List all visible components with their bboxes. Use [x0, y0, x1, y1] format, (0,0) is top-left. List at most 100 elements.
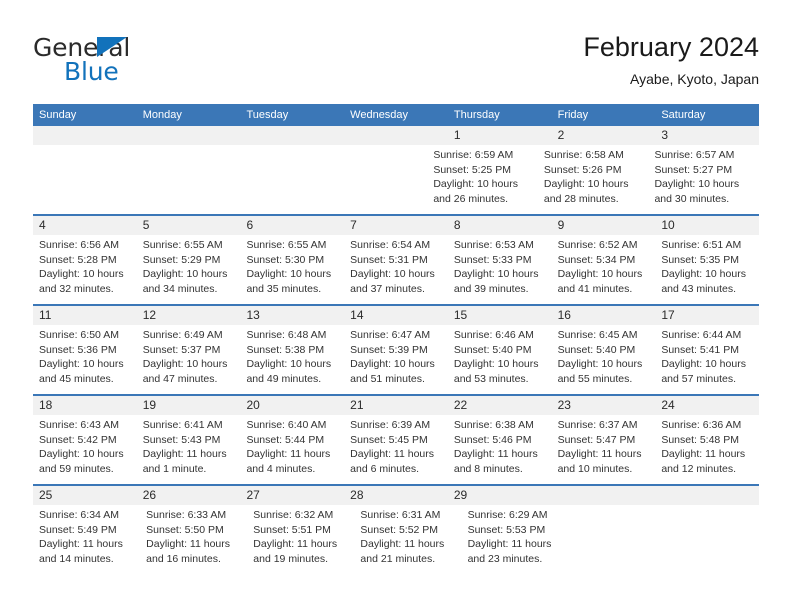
day-number-10[interactable]: 10 [655, 216, 759, 235]
day-cell-12[interactable]: Sunrise: 6:49 AM Sunset: 5:37 PM Daylight:… [137, 325, 241, 394]
day-number-18[interactable]: 18 [33, 396, 137, 415]
day-number-3[interactable]: 3 [655, 126, 759, 145]
sunset-text: Sunset: 5:52 PM [360, 523, 439, 536]
sunset-text: Sunset: 5:51 PM [253, 523, 331, 536]
week-date-band: 123 [33, 126, 759, 145]
day-number-empty [655, 486, 759, 505]
day-cell-11[interactable]: Sunrise: 6:50 AM Sunset: 5:36 PM Daylight:… [33, 325, 137, 394]
day-number-25[interactable]: 25 [33, 486, 137, 505]
daylight-minutes-text: and 19 minutes. [253, 552, 328, 565]
day-cell-14[interactable]: Sunrise: 6:47 AM Sunset: 5:39 PM Daylight:… [344, 325, 448, 394]
sunrise-text: Sunrise: 6:52 AM [557, 239, 638, 251]
day-cell-4[interactable]: Sunrise: 6:56 AM Sunset: 5:28 PM Daylight:… [33, 235, 137, 304]
daylight-minutes-text: and 59 minutes. [39, 462, 114, 475]
day-cell-6[interactable]: Sunrise: 6:55 AM Sunset: 5:30 PM Daylight:… [240, 235, 344, 304]
day-cell-15[interactable]: Sunrise: 6:46 AM Sunset: 5:40 PM Daylight:… [448, 325, 552, 394]
daylight-minutes-text: and 8 minutes. [453, 462, 523, 475]
day-cell-18[interactable]: Sunrise: 6:43 AM Sunset: 5:42 PM Daylight:… [33, 415, 137, 484]
day-cell-1[interactable]: Sunrise: 6:59 AM Sunset: 5:25 PM Daylight:… [427, 145, 538, 214]
day-cell-17[interactable]: Sunrise: 6:44 AM Sunset: 5:41 PM Daylight:… [655, 325, 759, 394]
title-block: February 2024 Ayabe, Kyoto, Japan [583, 30, 759, 89]
day-number-23[interactable]: 23 [552, 396, 656, 415]
day-cell-19[interactable]: Sunrise: 6:41 AM Sunset: 5:43 PM Daylight:… [137, 415, 241, 484]
day-number-22[interactable]: 22 [448, 396, 552, 415]
day-number-16[interactable]: 16 [552, 306, 656, 325]
day-number-4[interactable]: 4 [33, 216, 137, 235]
day-cell-25[interactable]: Sunrise: 6:34 AM Sunset: 5:49 PM Daylight:… [33, 505, 140, 574]
sunrise-text: Sunrise: 6:49 AM [142, 329, 223, 341]
day-cell-29[interactable]: Sunrise: 6:29 AM Sunset: 5:53 PM Daylight:… [462, 505, 569, 574]
day-number-7[interactable]: 7 [344, 216, 448, 235]
day-cell-13[interactable]: Sunrise: 6:48 AM Sunset: 5:38 PM Daylight:… [240, 325, 344, 394]
day-cell-20[interactable]: Sunrise: 6:40 AM Sunset: 5:44 PM Daylight:… [240, 415, 344, 484]
sunrise-text: Sunrise: 6:31 AM [360, 509, 441, 521]
sunrise-text: Sunrise: 6:56 AM [39, 239, 119, 251]
day-cell-21[interactable]: Sunrise: 6:39 AM Sunset: 5:45 PM Daylight:… [344, 415, 448, 484]
daylight-hours-text: Daylight: 10 hours [39, 268, 124, 280]
sunset-text: Sunset: 5:40 PM [453, 343, 532, 356]
daylight-hours-text: Daylight: 10 hours [246, 268, 332, 280]
day-cell-3[interactable]: Sunrise: 6:57 AM Sunset: 5:27 PM Daylight:… [648, 145, 759, 214]
daylight-hours-text: Daylight: 11 hours [253, 538, 338, 550]
day-number-9[interactable]: 9 [552, 216, 656, 235]
week-row: 1 2 3 Sunrise: 6:59 AM Sunset: 5:25 PM Daylig… [33, 126, 759, 214]
sunrise-text: Sunrise: 6:34 AM [39, 509, 119, 521]
sunrise-text: Sunrise: 6:53 AM [453, 239, 534, 251]
day-cell-8[interactable]: Sunrise: 6:53 AM Sunset: 5:33 PM Daylight:… [448, 235, 552, 304]
daylight-minutes-text: and 1 minute. [142, 462, 207, 475]
day-number-8[interactable]: 8 [448, 216, 552, 235]
day-number-20[interactable]: 20 [240, 396, 344, 415]
page-subtitle: Ayabe, Kyoto, Japan [630, 71, 759, 87]
day-cell-2[interactable]: Sunrise: 6:58 AM Sunset: 5:26 PM Daylight:… [538, 145, 649, 214]
day-number-11[interactable]: 11 [33, 306, 137, 325]
day-number-27[interactable]: 27 [240, 486, 344, 505]
day-number-17[interactable]: 17 [655, 306, 759, 325]
day-cell-5[interactable]: Sunrise: 6:55 AM Sunset: 5:29 PM Daylight:… [137, 235, 241, 304]
day-number-21[interactable]: 21 [344, 396, 448, 415]
daylight-minutes-text: and 51 minutes. [350, 372, 425, 385]
day-cell-23[interactable]: Sunrise: 6:37 AM Sunset: 5:47 PM Daylight:… [552, 415, 656, 484]
general-blue-logo[interactable]: General Blue [33, 34, 213, 92]
triangle-flag-icon [97, 37, 127, 57]
day-cell-16[interactable]: Sunrise: 6:45 AM Sunset: 5:40 PM Daylight:… [552, 325, 656, 394]
daylight-minutes-text: and 55 minutes. [557, 372, 633, 385]
day-number-5[interactable]: 5 [137, 216, 241, 235]
day-number-13[interactable]: 13 [240, 306, 344, 325]
daylight-hours-text: Daylight: 11 hours [557, 448, 642, 460]
day-number-24[interactable]: 24 [655, 396, 759, 415]
sunset-text: Sunset: 5:48 PM [661, 433, 739, 446]
day-number-12[interactable]: 12 [137, 306, 241, 325]
daylight-hours-text: Daylight: 10 hours [39, 358, 124, 370]
day-number-empty [33, 126, 137, 145]
day-number-14[interactable]: 14 [344, 306, 448, 325]
sunset-text: Sunset: 5:44 PM [246, 433, 325, 446]
daylight-hours-text: Daylight: 10 hours [142, 358, 228, 370]
daylight-minutes-text: and 30 minutes. [654, 192, 730, 205]
day-cell-9[interactable]: Sunrise: 6:52 AM Sunset: 5:34 PM Daylight:… [552, 235, 656, 304]
day-cell-empty [664, 505, 759, 574]
day-number-28[interactable]: 28 [344, 486, 448, 505]
day-cell-28[interactable]: Sunrise: 6:31 AM Sunset: 5:52 PM Daylight:… [354, 505, 461, 574]
sunrise-text: Sunrise: 6:40 AM [246, 419, 327, 431]
sunrise-text: Sunrise: 6:55 AM [142, 239, 223, 251]
day-number-6[interactable]: 6 [240, 216, 344, 235]
day-number-26[interactable]: 26 [137, 486, 241, 505]
day-number-1[interactable]: 1 [448, 126, 552, 145]
day-number-2[interactable]: 2 [552, 126, 656, 145]
day-number-29[interactable]: 29 [448, 486, 552, 505]
sunset-text: Sunset: 5:33 PM [453, 253, 532, 266]
day-number-15[interactable]: 15 [448, 306, 552, 325]
day-cell-24[interactable]: Sunrise: 6:36 AM Sunset: 5:48 PM Daylight:… [655, 415, 759, 484]
week-detail-band: Sunrise: 6:43 AM Sunset: 5:42 PM Daylight:… [33, 415, 759, 484]
day-number-empty [344, 126, 448, 145]
daylight-minutes-text: and 57 minutes. [661, 372, 737, 385]
sunrise-text: Sunrise: 6:33 AM [146, 509, 227, 521]
weeks-container: 1 2 3 Sunrise: 6:59 AM Sunset: 5:25 PM Daylig… [33, 126, 759, 574]
day-number-19[interactable]: 19 [137, 396, 241, 415]
day-cell-22[interactable]: Sunrise: 6:38 AM Sunset: 5:46 PM Daylight:… [448, 415, 552, 484]
day-cell-26[interactable]: Sunrise: 6:33 AM Sunset: 5:50 PM Daylight:… [140, 505, 247, 574]
day-cell-27[interactable]: Sunrise: 6:32 AM Sunset: 5:51 PM Daylight:… [247, 505, 354, 574]
day-cell-10[interactable]: Sunrise: 6:51 AM Sunset: 5:35 PM Daylight:… [655, 235, 759, 304]
day-cell-7[interactable]: Sunrise: 6:54 AM Sunset: 5:31 PM Daylight:… [344, 235, 448, 304]
week-date-band: 4 5 6 7 8 9 10 [33, 216, 759, 235]
